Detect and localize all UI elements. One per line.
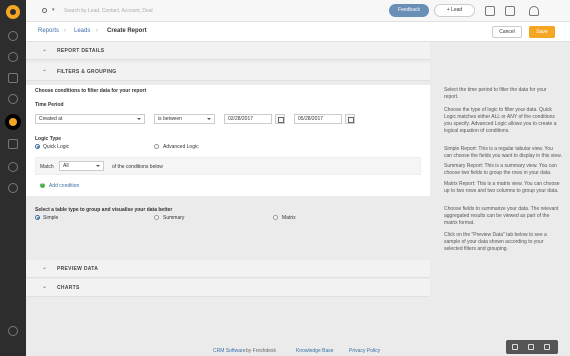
breadcrumb-reports[interactable]: Reports xyxy=(38,28,59,34)
section-title: FILTERS & GROUPING xyxy=(57,69,117,75)
sidebar xyxy=(0,0,26,356)
phone-icon[interactable] xyxy=(485,6,495,16)
caret-down-icon xyxy=(207,118,211,120)
app-logo[interactable] xyxy=(6,5,20,19)
caret-down-icon xyxy=(96,165,100,167)
add-lead-button[interactable]: + Lead xyxy=(434,4,475,17)
match-value: All xyxy=(63,163,69,169)
matrix-radio[interactable] xyxy=(273,215,278,220)
summary-radio[interactable] xyxy=(154,215,159,220)
help-matrix: Matrix Report: This is a matrix view. Yo… xyxy=(444,181,560,194)
section-charts[interactable]: ⌄ CHARTS xyxy=(26,279,430,297)
match-select[interactable]: All xyxy=(59,161,104,171)
crm-software-link[interactable]: CRM Software xyxy=(213,348,246,354)
breadcrumb-separator: › xyxy=(96,28,98,34)
search-scope-dropdown[interactable]: ▾ xyxy=(52,7,55,13)
help-icon[interactable] xyxy=(8,326,18,336)
accounts-icon[interactable] xyxy=(8,73,18,83)
calendar-icon[interactable] xyxy=(345,114,355,124)
operator-value: is between xyxy=(158,116,182,122)
page-title: Create Report xyxy=(107,28,147,34)
section-title: CHARTS xyxy=(57,285,80,291)
tools-icon[interactable] xyxy=(512,344,518,350)
section-title: REPORT DETAILS xyxy=(57,48,105,54)
help-preview: Click on the "Preview Data" tab below to… xyxy=(444,232,547,252)
help-summarize: Choose fields to summarize your data. Th… xyxy=(444,206,559,226)
help-logic: Choose the type of logic to filter your … xyxy=(444,107,557,134)
cancel-button[interactable]: Cancel xyxy=(492,26,522,38)
breadcrumb-separator: › xyxy=(64,28,66,34)
chevron-down-icon: ⌄ xyxy=(42,47,48,53)
logic-type-label: Logic Type xyxy=(35,136,62,142)
footer-by-text: by Freshdesk xyxy=(246,348,277,354)
grouping-heading: Select a table type to group and visuali… xyxy=(35,207,173,213)
help-simple: Simple Report: This is a regular tabular… xyxy=(444,146,562,159)
chevron-up-icon: ⌃ xyxy=(42,70,48,76)
mail-icon[interactable] xyxy=(505,6,515,16)
filters-panel: Choose conditions to filter data for you… xyxy=(26,85,430,196)
top-bar: ▾ Feedback + Lead xyxy=(26,0,570,22)
matrix-label: Matrix xyxy=(282,215,296,221)
knowledge-base-link[interactable]: Knowledge Base xyxy=(296,348,334,354)
simple-label: Simple xyxy=(43,215,59,221)
operator-select[interactable]: is between xyxy=(154,114,215,124)
search-icon[interactable] xyxy=(42,8,47,13)
summary-label: Summary xyxy=(163,215,185,221)
calendar-icon[interactable] xyxy=(8,139,18,149)
contacts-icon[interactable] xyxy=(8,52,18,62)
footer: CRM Software by Freshdesk Knowledge Base… xyxy=(26,346,570,356)
settings-icon[interactable] xyxy=(8,183,18,193)
add-condition-link[interactable]: Add condition xyxy=(49,183,79,189)
chat-icon[interactable] xyxy=(544,344,550,350)
advanced-logic-label: Advanced Logic xyxy=(163,144,199,150)
section-report-details[interactable]: ⌄ REPORT DETAILS xyxy=(26,42,430,60)
calendar-icon[interactable] xyxy=(275,114,285,124)
phone-icon[interactable] xyxy=(8,162,18,172)
simple-radio[interactable] xyxy=(35,215,40,220)
section-preview-data[interactable]: ⌄ PREVIEW DATA xyxy=(26,260,430,278)
time-period-label: Time Period xyxy=(35,102,64,108)
chevron-down-icon: ⌄ xyxy=(42,284,48,290)
caret-down-icon xyxy=(137,118,141,120)
reports-icon[interactable] xyxy=(5,114,21,130)
breadcrumb-leads[interactable]: Leads xyxy=(74,28,90,34)
dashboard-icon[interactable] xyxy=(8,31,18,41)
privacy-policy-link[interactable]: Privacy Policy xyxy=(349,348,380,354)
deals-icon[interactable] xyxy=(8,94,18,104)
match-condition-box: Match All of the conditions below xyxy=(35,157,421,175)
advanced-logic-radio[interactable] xyxy=(154,144,159,149)
bottom-toolbar xyxy=(506,340,558,354)
help-summary: Summary Report: This is a summary view. … xyxy=(444,163,557,176)
notification-bell-icon[interactable] xyxy=(529,6,539,16)
feedback-button[interactable]: Feedback xyxy=(389,4,429,17)
add-icon[interactable] xyxy=(40,181,45,188)
date-to-input[interactable]: 05/28/2017 xyxy=(294,114,342,124)
page-header: Reports › Leads › Create Report Cancel S… xyxy=(26,22,570,42)
chevron-down-icon: ⌄ xyxy=(42,265,48,271)
time-field-value: Created at xyxy=(39,116,63,122)
match-suffix: of the conditions below xyxy=(112,164,163,170)
quick-logic-label: Quick Logic xyxy=(43,144,70,150)
date-from-input[interactable]: 02/28/2017 xyxy=(224,114,272,124)
quick-logic-radio[interactable] xyxy=(35,144,40,149)
time-field-select[interactable]: Created at xyxy=(35,114,145,124)
save-button[interactable]: Save xyxy=(529,26,555,38)
section-filters-grouping[interactable]: ⌃ FILTERS & GROUPING xyxy=(26,63,430,81)
global-search-input[interactable] xyxy=(64,6,264,16)
phone-icon[interactable] xyxy=(528,344,534,350)
section-title: PREVIEW DATA xyxy=(57,266,99,272)
match-label: Match xyxy=(40,164,54,170)
filters-heading: Choose conditions to filter data for you… xyxy=(35,88,147,94)
help-time-period: Select the time period to filter the dat… xyxy=(444,87,547,100)
